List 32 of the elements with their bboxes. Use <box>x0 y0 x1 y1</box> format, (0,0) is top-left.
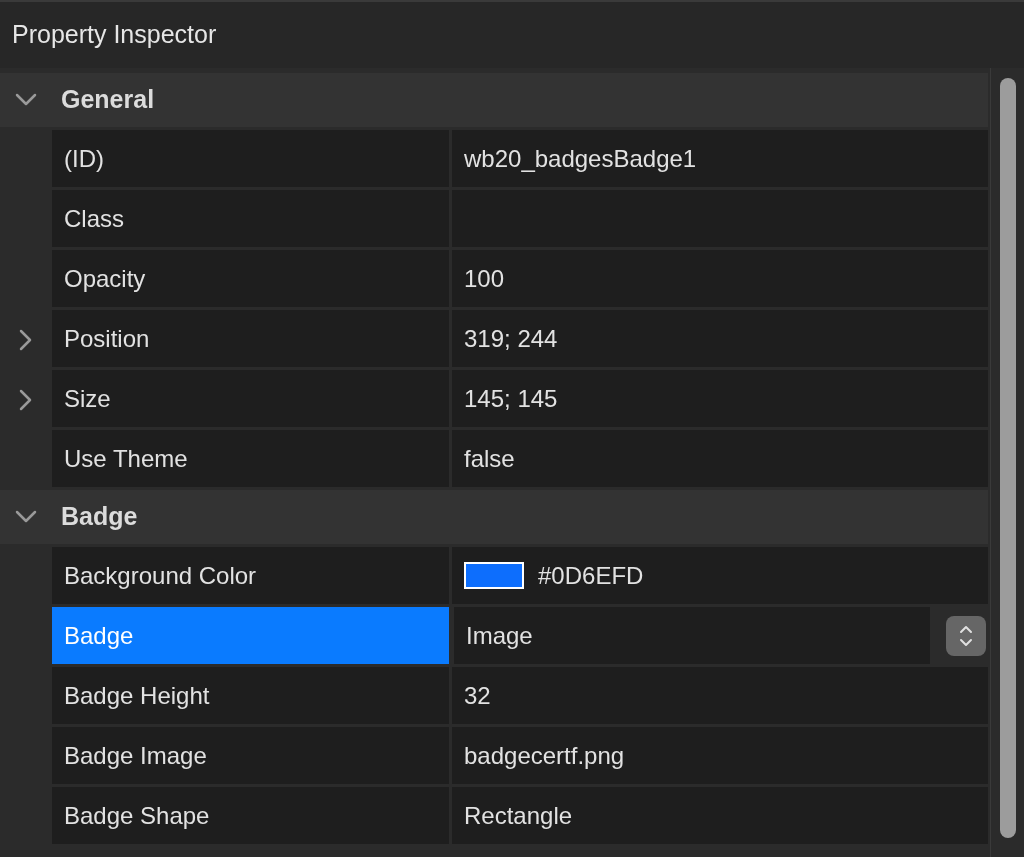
chevron-down-icon[interactable] <box>15 510 37 524</box>
property-name[interactable]: Use Theme <box>52 430 452 487</box>
panel-title: Property Inspector <box>12 19 217 51</box>
chevron-right-icon[interactable] <box>19 329 33 351</box>
scrollbar[interactable] <box>990 68 1024 857</box>
property-value[interactable]: false <box>452 430 988 487</box>
property-name[interactable]: Background Color <box>52 547 452 604</box>
stepper-icon[interactable] <box>946 615 986 656</box>
property-name[interactable]: Badge Height <box>52 667 452 724</box>
color-swatch[interactable] <box>464 562 524 589</box>
chevron-down-icon[interactable] <box>15 93 37 107</box>
property-value[interactable]: 32 <box>452 667 988 724</box>
property-value[interactable]: 100 <box>452 250 988 307</box>
property-name[interactable]: (ID) <box>52 130 452 187</box>
property-name[interactable]: Badge Image <box>52 727 452 784</box>
property-value[interactable]: wb20_badgesBadge1 <box>452 130 988 187</box>
chevron-right-icon[interactable] <box>19 389 33 411</box>
property-name[interactable]: Badge <box>52 607 452 664</box>
property-name[interactable]: Size <box>52 370 452 427</box>
section-title[interactable]: Badge <box>61 498 138 536</box>
property-name[interactable]: Badge Shape <box>52 787 452 844</box>
property-value[interactable]: #0D6EFD <box>538 557 644 594</box>
property-value[interactable]: 319; 244 <box>452 310 988 367</box>
section-title[interactable]: General <box>61 81 155 119</box>
scrollbar-thumb[interactable] <box>999 78 1016 838</box>
property-name[interactable]: Opacity <box>52 250 452 307</box>
value-cell[interactable]: #0D6EFD <box>452 547 988 604</box>
property-name[interactable]: Class <box>52 190 452 247</box>
property-value[interactable]: Rectangle <box>452 787 988 844</box>
property-value[interactable]: badgecertf.png <box>452 727 988 784</box>
property-name[interactable]: Position <box>52 310 452 367</box>
property-value[interactable]: 145; 145 <box>452 370 988 427</box>
